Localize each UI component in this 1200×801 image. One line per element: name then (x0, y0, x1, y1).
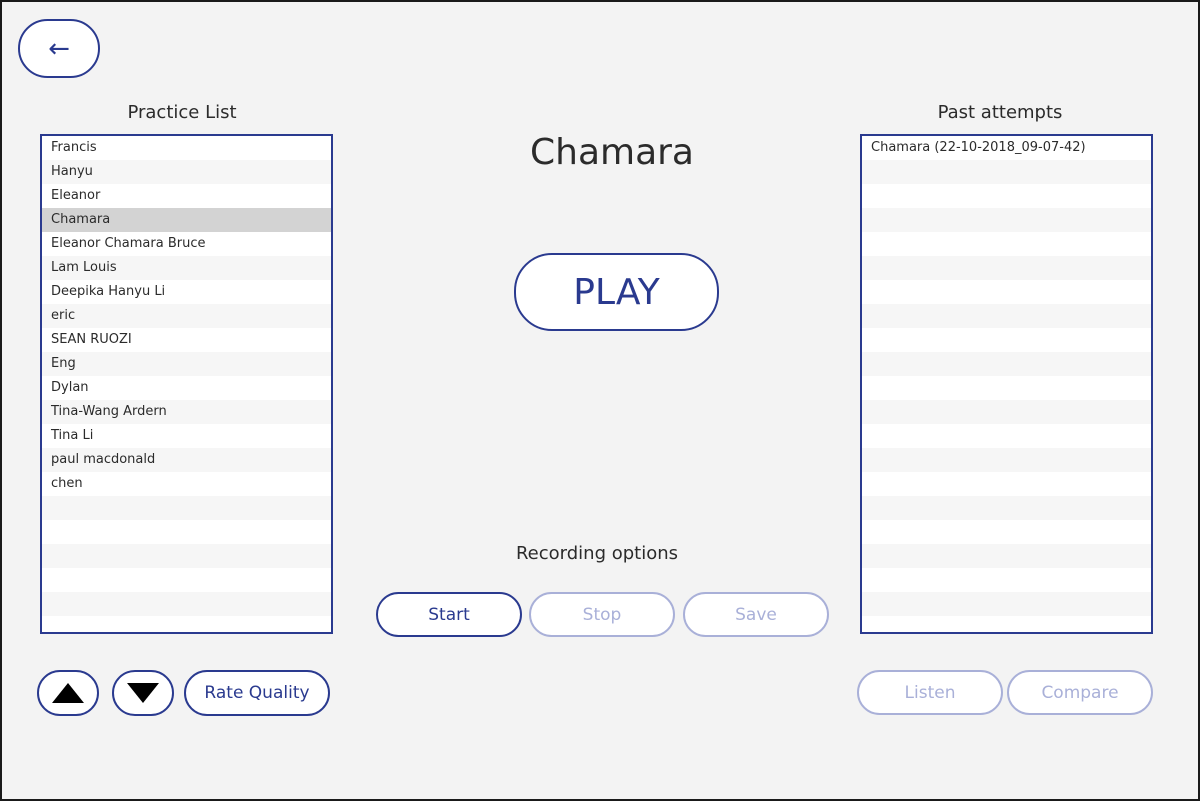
list-item[interactable]: paul macdonald (42, 448, 331, 472)
list-item[interactable] (862, 208, 1151, 232)
list-item[interactable] (862, 352, 1151, 376)
list-item[interactable]: Tina Li (42, 424, 331, 448)
list-item[interactable] (862, 280, 1151, 304)
list-item[interactable]: Francis (42, 136, 331, 160)
play-button-label: PLAY (573, 271, 660, 313)
save-recording-button[interactable]: Save (683, 592, 829, 637)
list-item[interactable]: Eleanor (42, 184, 331, 208)
list-item[interactable] (862, 448, 1151, 472)
list-item[interactable] (862, 616, 1151, 632)
list-item[interactable] (862, 232, 1151, 256)
list-item[interactable] (42, 496, 331, 520)
recording-options-heading: Recording options (515, 543, 679, 564)
move-down-button[interactable] (112, 670, 174, 716)
list-item[interactable] (862, 592, 1151, 616)
list-item[interactable] (42, 544, 331, 568)
listen-label: Listen (904, 682, 956, 703)
list-item[interactable] (862, 424, 1151, 448)
save-label: Save (735, 604, 777, 625)
practice-list-heading: Practice List (127, 102, 237, 123)
move-up-button[interactable] (37, 670, 99, 716)
current-name-title: Chamara (529, 132, 694, 173)
past-attempts-heading: Past attempts (937, 102, 1063, 123)
list-item[interactable]: Chamara (22-10-2018_09-07-42) (862, 136, 1151, 160)
list-item[interactable] (862, 184, 1151, 208)
stop-recording-button[interactable]: Stop (529, 592, 675, 637)
list-item[interactable]: chen (42, 472, 331, 496)
list-item[interactable]: Eleanor Chamara Bruce (42, 232, 331, 256)
list-item[interactable] (862, 328, 1151, 352)
list-item[interactable]: Eng (42, 352, 331, 376)
rate-quality-label: Rate Quality (204, 683, 310, 703)
list-item[interactable]: eric (42, 304, 331, 328)
compare-label: Compare (1041, 682, 1119, 703)
list-item[interactable]: Tina-Wang Ardern (42, 400, 331, 424)
start-label: Start (428, 604, 470, 625)
listen-button[interactable]: Listen (857, 670, 1003, 715)
stop-label: Stop (582, 604, 622, 625)
list-item[interactable]: Dylan (42, 376, 331, 400)
list-item[interactable] (42, 520, 331, 544)
list-item[interactable] (862, 568, 1151, 592)
list-item[interactable]: Deepika Hanyu Li (42, 280, 331, 304)
app-window: ← Practice List Francis Hanyu Eleanor Chama… (0, 0, 1200, 801)
list-item[interactable] (862, 544, 1151, 568)
list-item[interactable] (862, 400, 1151, 424)
start-recording-button[interactable]: Start (376, 592, 522, 637)
play-button[interactable]: PLAY (514, 253, 719, 331)
list-item[interactable] (862, 520, 1151, 544)
list-item[interactable]: Hanyu (42, 160, 331, 184)
list-item[interactable] (862, 472, 1151, 496)
practice-list[interactable]: Francis Hanyu Eleanor Chamara Eleanor Chamar… (40, 134, 333, 634)
list-item[interactable]: SEAN RUOZI (42, 328, 331, 352)
list-item[interactable]: Chamara (42, 208, 331, 232)
list-item[interactable] (862, 256, 1151, 280)
back-button[interactable]: ← (18, 19, 100, 78)
rate-quality-button[interactable]: Rate Quality (184, 670, 330, 716)
compare-button[interactable]: Compare (1007, 670, 1153, 715)
triangle-down-icon (127, 683, 159, 703)
back-arrow-icon: ← (48, 33, 70, 64)
list-item[interactable] (42, 568, 331, 592)
list-item[interactable] (862, 376, 1151, 400)
past-attempts-list[interactable]: Chamara (22-10-2018_09-07-42) (860, 134, 1153, 634)
triangle-up-icon (52, 683, 84, 703)
list-item[interactable] (42, 592, 331, 616)
list-item[interactable] (862, 160, 1151, 184)
list-item[interactable] (862, 496, 1151, 520)
list-item[interactable] (42, 616, 331, 632)
list-item[interactable]: Lam Louis (42, 256, 331, 280)
list-item[interactable] (862, 304, 1151, 328)
